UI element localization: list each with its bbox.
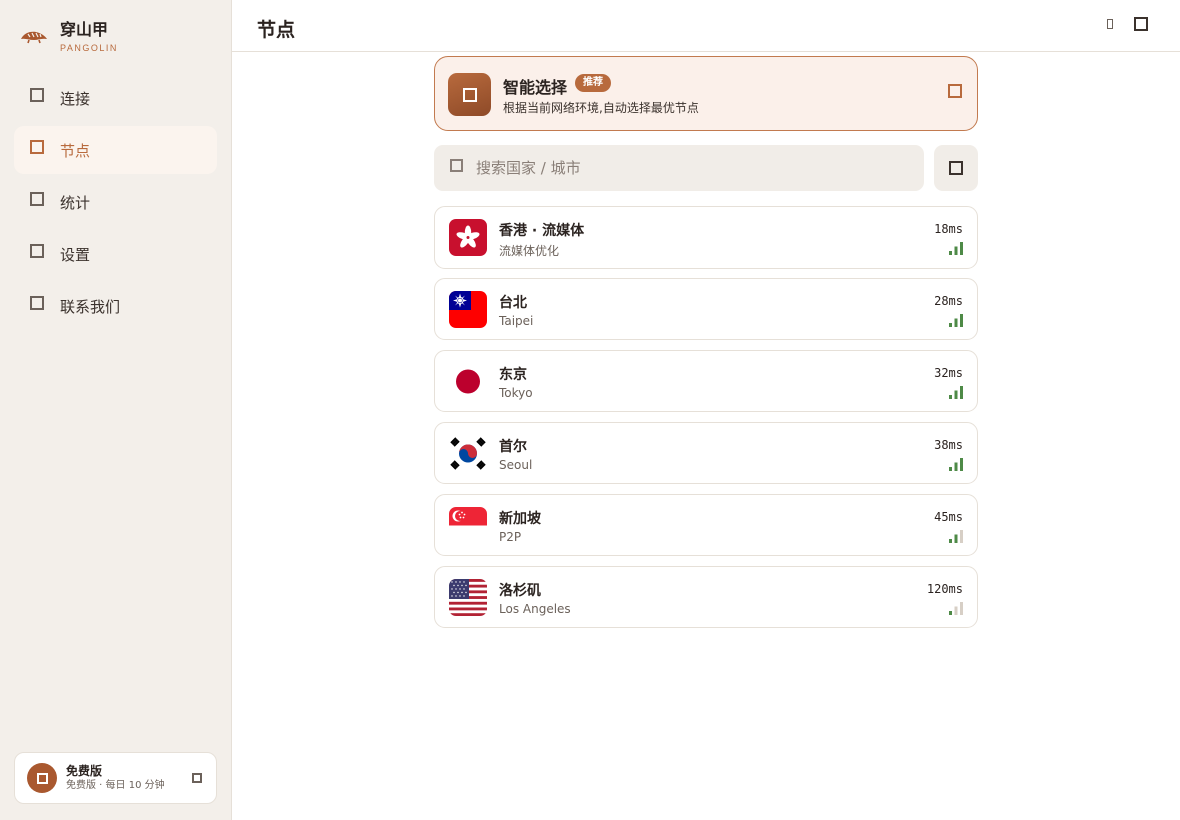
node-latency: 45ms — [934, 510, 963, 524]
filter-icon — [949, 161, 963, 175]
node-latency: 18ms — [934, 222, 963, 236]
sidebar-nav: 连接 节点 统计 设置 联系我们 — [14, 74, 217, 334]
signal-bar — [949, 539, 952, 543]
node-name: 香港 · 流媒体 — [499, 223, 585, 239]
checkbox-icon[interactable] — [948, 84, 962, 98]
node-subtitle: Taipei — [499, 314, 534, 328]
sidebar-item-label: 节点 — [60, 141, 91, 160]
node-item-los-angeles[interactable]: 洛杉矶 Los Angeles 120ms — [434, 566, 978, 628]
settings-icon — [30, 244, 44, 258]
signal-bar — [949, 611, 952, 615]
signal-icon — [949, 602, 963, 615]
brand-subtitle: PANGOLIN — [60, 43, 118, 53]
sidebar-item-nodes[interactable]: 节点 — [14, 126, 217, 174]
node-latency: 120ms — [926, 582, 963, 596]
plan-subtitle: 免费版 · 每日 10 分钟 — [66, 779, 165, 791]
signal-bar — [960, 530, 963, 543]
signal-bar — [949, 395, 952, 399]
sidebar-item-label: 设置 — [60, 245, 91, 264]
node-latency: 38ms — [934, 438, 963, 452]
sidebar-item-label: 联系我们 — [60, 297, 121, 316]
sidebar-item-stats[interactable]: 统计 — [14, 178, 217, 226]
pangolin-icon — [21, 31, 47, 44]
signal-bar — [960, 242, 963, 255]
node-subtitle: Los Angeles — [499, 602, 571, 616]
page-title: 节点 — [257, 19, 296, 41]
node-list: 香港 · 流媒体 流媒体优化 18ms 台北 Taipei 28ms 东京 To… — [434, 206, 978, 638]
plan-title: 免费版 — [66, 763, 103, 778]
signal-icon — [949, 242, 963, 255]
hong-kong-flag-icon — [449, 219, 487, 256]
node-subtitle: Seoul — [499, 458, 533, 472]
brand: 穿山甲 PANGOLIN — [20, 20, 118, 54]
smart-select-desc: 根据当前网络环境,自动选择最优节点 — [503, 101, 699, 115]
node-item-tokyo[interactable]: 东京 Tokyo 32ms — [434, 350, 978, 412]
signal-bar — [960, 458, 963, 471]
signal-icon — [949, 314, 963, 327]
search-bar — [434, 145, 924, 191]
signal-bar — [949, 251, 952, 255]
signal-icon — [949, 386, 963, 399]
signal-bar — [960, 602, 963, 615]
smart-select-icon — [448, 73, 491, 116]
usa-flag-icon — [449, 579, 487, 616]
nodes-icon — [30, 140, 44, 154]
filter-button[interactable] — [934, 145, 978, 191]
minimize-icon[interactable] — [1107, 19, 1113, 29]
search-input[interactable] — [476, 159, 896, 177]
japan-flag-icon — [449, 363, 487, 400]
node-subtitle: Tokyo — [499, 386, 533, 400]
node-item-seoul[interactable]: 首尔 Seoul 38ms — [434, 422, 978, 484]
window-icon[interactable] — [1134, 17, 1148, 31]
smart-select-card[interactable]: 智能选择 推荐 根据当前网络环境,自动选择最优节点 — [434, 56, 978, 131]
stats-icon — [30, 192, 44, 206]
recommend-badge: 推荐 — [575, 74, 611, 92]
signal-bar — [960, 314, 963, 327]
node-name: 台北 — [499, 295, 527, 311]
signal-bar — [954, 534, 958, 543]
node-subtitle: 流媒体优化 — [499, 244, 560, 258]
smart-select-title: 智能选择 — [503, 78, 568, 97]
gear-icon[interactable] — [192, 773, 202, 783]
singapore-flag-icon — [449, 507, 487, 544]
connect-icon — [30, 88, 44, 102]
node-subtitle: P2P — [499, 530, 522, 544]
signal-bar — [954, 318, 958, 327]
signal-bar — [960, 386, 963, 399]
node-name: 首尔 — [499, 439, 527, 455]
signal-bar — [954, 606, 958, 615]
sidebar-item-connect[interactable]: 连接 — [14, 74, 217, 122]
signal-icon — [949, 530, 963, 543]
node-latency: 28ms — [934, 294, 963, 308]
sidebar-item-label: 连接 — [60, 89, 91, 108]
node-name: 东京 — [499, 367, 527, 383]
signal-bar — [954, 462, 958, 471]
brand-name: 穿山甲 — [60, 20, 109, 39]
taiwan-flag-icon — [449, 291, 487, 328]
search-icon — [450, 158, 463, 172]
node-item-singapore[interactable]: 新加坡 P2P 45ms — [434, 494, 978, 556]
signal-bar — [954, 390, 958, 399]
signal-bar — [954, 246, 958, 255]
avatar — [27, 763, 57, 793]
sidebar-item-contact[interactable]: 联系我们 — [14, 282, 217, 330]
header: 节点 — [232, 0, 1180, 52]
signal-icon — [949, 458, 963, 471]
node-item-taipei[interactable]: 台北 Taipei 28ms — [434, 278, 978, 340]
node-name: 新加坡 — [499, 511, 541, 527]
sidebar: 穿山甲 PANGOLIN 连接 节点 统计 设置 联系我们 免费版 免费版 · … — [0, 0, 232, 820]
plan-card[interactable]: 免费版 免费版 · 每日 10 分钟 — [14, 752, 217, 804]
signal-bar — [949, 323, 952, 327]
node-name: 洛杉矶 — [499, 583, 541, 599]
contact-icon — [30, 296, 44, 310]
signal-bar — [949, 467, 952, 471]
korea-flag-icon — [449, 435, 487, 472]
node-item-hongkong[interactable]: 香港 · 流媒体 流媒体优化 18ms — [434, 206, 978, 269]
sidebar-item-settings[interactable]: 设置 — [14, 230, 217, 278]
sidebar-item-label: 统计 — [60, 193, 91, 212]
node-latency: 32ms — [934, 366, 963, 380]
